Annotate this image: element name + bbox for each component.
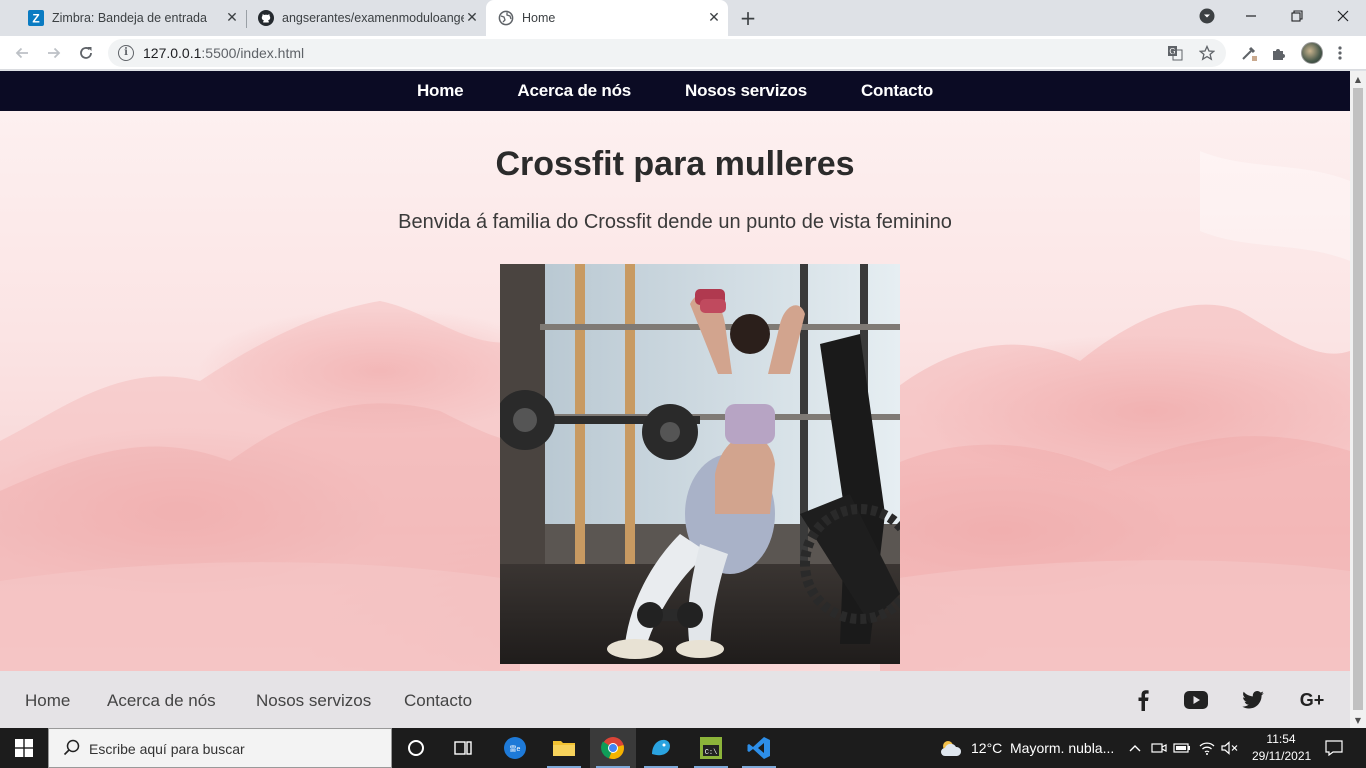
url-text: 127.0.0.1:5500/index.html	[143, 45, 304, 61]
page-viewport: Home Acerca de nós Nosos servizos Contac…	[0, 71, 1350, 728]
arrow-right-icon	[48, 47, 61, 59]
info-icon[interactable]: i	[118, 45, 134, 61]
youtube-icon[interactable]	[1183, 687, 1209, 713]
scroll-up-arrow-icon[interactable]: ▲	[1350, 71, 1366, 87]
search-icon	[63, 739, 80, 756]
nav-link-contact[interactable]: Contacto	[861, 81, 933, 101]
battery-icon[interactable]	[1173, 738, 1191, 758]
reload-button[interactable]	[72, 39, 100, 67]
minimize-button[interactable]	[1228, 0, 1274, 32]
close-icon	[1337, 10, 1349, 22]
restore-button[interactable]	[1274, 0, 1320, 32]
arrow-left-icon	[15, 47, 28, 59]
chrome-icon[interactable]	[590, 728, 636, 768]
menu-dots-icon[interactable]	[1329, 42, 1351, 64]
page-title: Crossfit para mulleres	[495, 145, 855, 183]
google-plus-icon[interactable]: G+	[1296, 687, 1328, 713]
tab-title: Zimbra: Bandeja de entrada	[52, 11, 207, 25]
scroll-down-arrow-icon[interactable]: ▼	[1350, 712, 1366, 728]
windows-logo-icon	[15, 739, 33, 757]
scrollbar-thumb[interactable]	[1353, 88, 1363, 710]
clock-date[interactable]: 29/11/2021	[1252, 749, 1311, 763]
bookmark-star-icon[interactable]	[1198, 44, 1216, 62]
app-blue-circle-icon[interactable]: 雷e	[492, 728, 538, 768]
footer-link-home[interactable]: Home	[25, 691, 70, 711]
cortana-icon[interactable]	[393, 728, 439, 768]
svg-text:雷e: 雷e	[510, 745, 521, 753]
footer-link-services[interactable]: Nosos servizos	[256, 691, 371, 711]
weather-cloud-icon[interactable]	[932, 728, 970, 768]
footer-link-about[interactable]: Acerca de nós	[107, 691, 216, 711]
meet-now-icon[interactable]	[1150, 738, 1168, 758]
browser-toolbar: i 127.0.0.1:5500/index.html G	[0, 36, 1366, 70]
notifications-icon[interactable]	[1323, 738, 1345, 758]
start-button[interactable]	[0, 728, 48, 768]
browser-tab-strip: Z Zimbra: Bandeja de entrada ✕ angserant…	[0, 0, 1366, 36]
file-explorer-icon[interactable]	[541, 728, 587, 768]
windows-taskbar: Escribe aquí para buscar 雷e C:\ 12°C May…	[0, 728, 1366, 768]
restore-icon	[1291, 10, 1303, 22]
task-view-icon[interactable]	[440, 728, 486, 768]
tab-zimbra[interactable]: Z Zimbra: Bandeja de entrada ✕	[8, 0, 246, 36]
close-icon[interactable]: ✕	[706, 10, 722, 26]
minimize-icon	[1246, 15, 1256, 17]
profile-avatar[interactable]	[1301, 42, 1323, 64]
wifi-icon[interactable]	[1198, 738, 1216, 758]
app-terminal-icon[interactable]: C:\	[688, 728, 734, 768]
tab-title: angserantes/examenmoduloangelserantes	[282, 11, 464, 25]
vscode-icon[interactable]	[736, 728, 782, 768]
svg-text:C:\: C:\	[705, 749, 718, 757]
twitter-icon[interactable]	[1240, 687, 1266, 713]
site-footer: Home Acerca de nós Nosos servizos Contac…	[0, 671, 1350, 728]
weather-temperature[interactable]: 12°C	[971, 740, 1002, 756]
page-scrollbar[interactable]: ▲ ▼	[1350, 71, 1366, 728]
zimbra-icon: Z	[28, 10, 44, 26]
globe-icon	[498, 10, 514, 26]
facebook-icon[interactable]	[1130, 687, 1156, 713]
close-icon[interactable]: ✕	[464, 10, 480, 26]
chevron-up-icon[interactable]	[1126, 738, 1144, 758]
forward-button[interactable]	[40, 39, 68, 67]
woman-training-photo	[500, 264, 900, 664]
svg-text:Z: Z	[32, 12, 39, 26]
footer-link-contact[interactable]: Contacto	[404, 691, 472, 711]
new-tab-button[interactable]: +	[736, 6, 760, 30]
url-host: 127.0.0.1	[143, 45, 202, 61]
eyedropper-extension-icon[interactable]	[1238, 42, 1260, 64]
nav-link-services[interactable]: Nosos servizos	[685, 81, 807, 101]
taskbar-search-input[interactable]: Escribe aquí para buscar	[48, 728, 392, 768]
github-icon	[258, 10, 274, 26]
close-window-button[interactable]	[1320, 0, 1366, 32]
app-blue-bird-icon[interactable]	[638, 728, 684, 768]
hero-section: Crossfit para mulleres Benvida á familia…	[0, 111, 1350, 671]
nav-link-home[interactable]: Home	[417, 81, 464, 101]
clock-time[interactable]: 11:54	[1252, 732, 1310, 746]
translate-icon[interactable]: G	[1166, 44, 1184, 62]
chevron-down-icon	[1199, 8, 1215, 24]
address-bar[interactable]: i 127.0.0.1:5500/index.html G	[108, 39, 1226, 67]
back-button[interactable]	[8, 39, 36, 67]
site-navbar: Home Acerca de nós Nosos servizos Contac…	[0, 71, 1350, 111]
tab-home[interactable]: Home ✕	[486, 0, 728, 36]
search-placeholder: Escribe aquí para buscar	[89, 741, 245, 757]
volume-muted-icon[interactable]	[1221, 738, 1239, 758]
url-path: :5500/index.html	[201, 45, 305, 61]
tab-github[interactable]: angserantes/examenmoduloangelserantes ✕	[238, 0, 486, 36]
tab-title: Home	[522, 11, 556, 25]
tab-search-button[interactable]	[1184, 0, 1230, 32]
reload-icon	[80, 47, 92, 59]
extensions-puzzle-icon[interactable]	[1268, 42, 1290, 64]
nav-link-about[interactable]: Acerca de nós	[517, 81, 631, 101]
page-subtitle: Benvida á familia do Crossfit dende un p…	[398, 211, 952, 233]
hero-image	[500, 264, 900, 664]
weather-description[interactable]: Mayorm. nubla...	[1010, 740, 1114, 756]
